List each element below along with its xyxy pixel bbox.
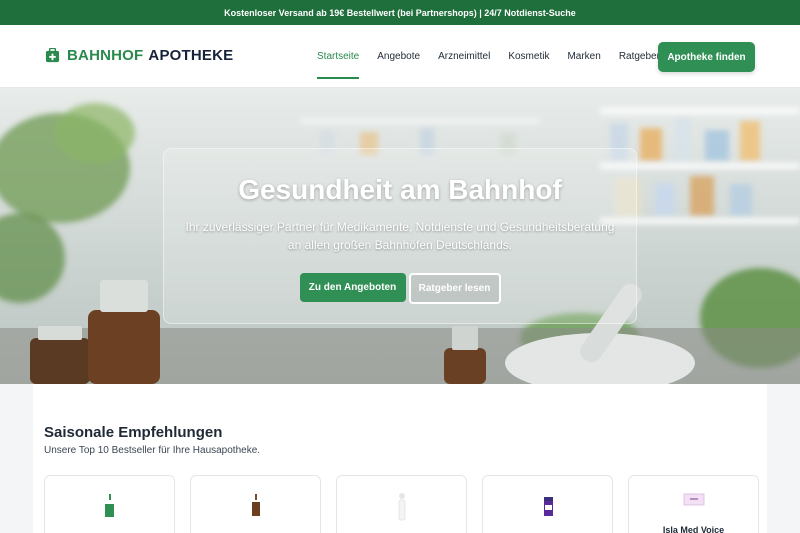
announcement-bar: Kostenloser Versand ab 19€ Bestellwert (… <box>0 0 800 25</box>
product-card[interactable] <box>336 475 467 533</box>
main-nav: Startseite Angebote Arzneimittel Kosmeti… <box>308 25 669 88</box>
logo[interactable]: BAHNHOF APOTHEKE <box>45 47 233 64</box>
hero-title: Gesundheit am Bahnhof <box>238 174 562 205</box>
nav-item-startseite[interactable]: Startseite <box>317 25 360 88</box>
hero-buttons: Zu den Angeboten Ratgeber lesen <box>164 273 636 304</box>
nav-item-ratgeber[interactable]: Ratgeber <box>619 25 660 88</box>
nav-item-angebote[interactable]: Angebote <box>377 25 420 88</box>
product-card-list: Isla Med Voice <box>44 475 759 533</box>
recommendations-subtitle: Unsere Top 10 Bestseller für Ihre Hausap… <box>44 445 261 456</box>
product-card[interactable] <box>482 475 613 533</box>
logo-text-bahnhof: BAHNHOF <box>67 47 144 64</box>
hero-card: Gesundheit am Bahnhof Ihr zuverlässiger … <box>163 148 637 324</box>
green-bottle-icon <box>105 494 114 517</box>
logo-text-apotheke: APOTHEKE <box>148 47 234 64</box>
nav-item-kosmetik[interactable]: Kosmetik <box>508 25 549 88</box>
product-card[interactable]: Isla Med Voice <box>628 475 759 533</box>
brown-bottle-icon <box>252 494 260 516</box>
announcement-text: Kostenloser Versand ab 19€ Bestellwert (… <box>224 7 576 18</box>
offers-button[interactable]: Zu den Angeboten <box>299 273 406 302</box>
product-name: Isla Med Voice <box>662 525 725 533</box>
product-card[interactable] <box>190 475 321 533</box>
site-header: BAHNHOF APOTHEKE Startseite Angebote Arz… <box>0 25 800 88</box>
white-spray-icon <box>398 493 406 521</box>
hero-section: Gesundheit am Bahnhof Ihr zuverlässiger … <box>0 88 800 384</box>
recommendations-title: Saisonale Empfehlungen <box>44 424 223 441</box>
nav-item-marken[interactable]: Marken <box>567 25 600 88</box>
nav-item-arzneimittel[interactable]: Arzneimittel <box>438 25 490 88</box>
recommendations-section: Saisonale Empfehlungen Unsere Top 10 Bes… <box>33 384 767 533</box>
product-card[interactable] <box>44 475 175 533</box>
purple-bottle-icon <box>544 497 553 516</box>
find-pharmacy-button[interactable]: Apotheke finden <box>658 42 755 72</box>
guide-button[interactable]: Ratgeber lesen <box>408 273 501 304</box>
medical-kit-icon <box>45 48 60 63</box>
hero-subtitle: Ihr zuverlässiger Partner für Medikament… <box>185 220 615 252</box>
